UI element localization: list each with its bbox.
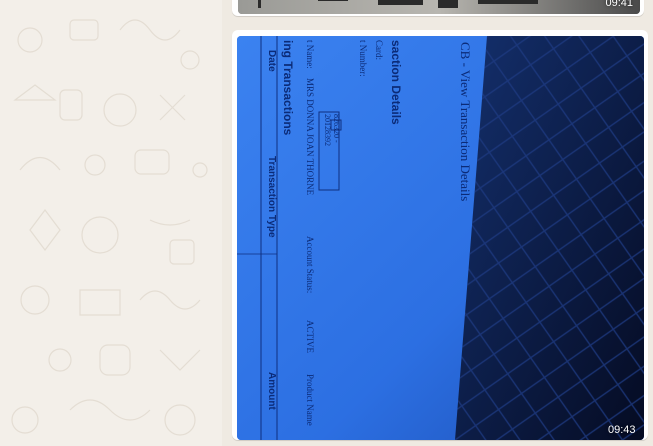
photo-content [238, 0, 640, 14]
photo-product-label: Product Name [305, 374, 315, 426]
photo-col-type: Transaction Type [266, 156, 277, 238]
doodle-pattern [11, 19, 208, 436]
photo-title: CB - View Transaction Details [458, 42, 473, 202]
image-attachment[interactable] [238, 0, 640, 14]
photo-number-value: 20128392 [323, 114, 332, 146]
photo-card-label: Card: [374, 40, 384, 60]
photo-content [237, 36, 644, 440]
message-timestamp: 09:43 [608, 424, 636, 436]
photo-number-label: t Number: [358, 40, 368, 77]
photo-transactions-heading: ing Transactions [281, 40, 295, 136]
photo-name-label: t Name: [305, 40, 315, 69]
photo-number-value: 826320 - [332, 114, 341, 143]
message-timestamp: 09:41 [605, 0, 633, 9]
photo-name-value: MRS DONNA JOAN THORNE [305, 78, 315, 196]
photo-account-status-value: ACTIVE [305, 320, 315, 353]
photo-col-date: Date [266, 50, 277, 72]
photo-account-status-label: Account Status: [305, 236, 315, 294]
photo-col-amount: Amount [266, 372, 277, 410]
image-attachment[interactable]: CB - View Transaction Details saction De… [237, 36, 644, 440]
photo-section-heading: saction Details [389, 40, 403, 125]
